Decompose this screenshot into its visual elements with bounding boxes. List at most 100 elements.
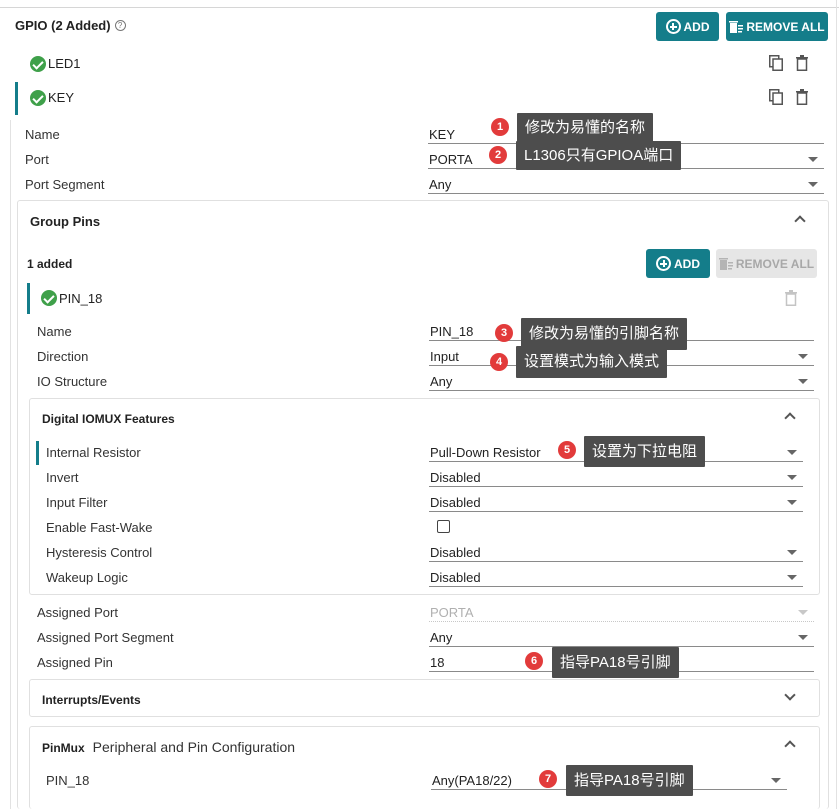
port-segment-select[interactable]: Any bbox=[428, 177, 824, 194]
internal-resistor-value: Pull-Down Resistor bbox=[430, 445, 541, 460]
chevron-down-icon bbox=[798, 635, 808, 640]
annotation-label: 修改为易懂的名称 bbox=[517, 113, 654, 142]
instance-label: LED1 bbox=[48, 56, 81, 71]
add-circle-icon bbox=[656, 256, 671, 271]
gpio-header: GPIO (2 Added) ? bbox=[15, 18, 126, 33]
wakeup-logic-value: Disabled bbox=[430, 570, 481, 585]
chevron-down-icon bbox=[798, 379, 808, 384]
remove-all-label: REMOVE ALL bbox=[735, 256, 815, 271]
hysteresis-value: Disabled bbox=[430, 545, 481, 560]
pin-label: PIN_18 bbox=[59, 291, 103, 306]
trash-list-icon bbox=[718, 257, 733, 270]
port-segment-label: Port Segment bbox=[25, 177, 105, 192]
name-value: KEY bbox=[429, 127, 456, 142]
selected-indicator bbox=[36, 441, 39, 465]
chevron-down-icon bbox=[787, 550, 797, 555]
check-circle-icon bbox=[30, 56, 46, 72]
hysteresis-label: Hysteresis Control bbox=[46, 545, 153, 560]
right-divider bbox=[836, 0, 837, 809]
instance-led1[interactable]: LED1 bbox=[15, 50, 825, 78]
assigned-port-select: PORTA bbox=[429, 605, 814, 622]
trash-list-icon bbox=[729, 20, 744, 33]
top-divider bbox=[0, 7, 839, 8]
delete-icon[interactable] bbox=[785, 290, 797, 306]
instance-key[interactable]: KEY bbox=[15, 84, 825, 112]
fast-wake-checkbox[interactable] bbox=[437, 520, 450, 533]
check-circle-icon bbox=[30, 90, 46, 106]
add-label: ADD bbox=[683, 19, 710, 34]
pinmux-pin-label: PIN_18 bbox=[46, 773, 90, 788]
pin-name-label: Name bbox=[37, 324, 72, 339]
input-filter-select[interactable]: Disabled bbox=[429, 495, 803, 512]
iomux-title: Digital IOMUX Features bbox=[42, 412, 175, 426]
assigned-segment-value: Any bbox=[430, 630, 453, 645]
pin-item[interactable]: PIN_18 bbox=[27, 285, 817, 312]
assigned-segment-select[interactable]: Any bbox=[429, 630, 814, 647]
input-filter-value: Disabled bbox=[430, 495, 481, 510]
pin-remove-all-button[interactable]: REMOVE ALL bbox=[716, 249, 817, 278]
annotation-badge: 3 bbox=[495, 324, 513, 342]
chevron-down-icon bbox=[808, 157, 818, 162]
pinmux-subtitle: Peripheral and Pin Configuration bbox=[92, 739, 296, 755]
interrupts-title: Interrupts/Events bbox=[42, 693, 141, 707]
gpio-remove-all-button[interactable]: REMOVE ALL bbox=[726, 12, 828, 41]
assigned-port-value: PORTA bbox=[430, 605, 474, 620]
input-filter-label: Input Filter bbox=[46, 495, 108, 510]
copy-icon[interactable] bbox=[769, 89, 783, 105]
assigned-pin-label: Assigned Pin bbox=[37, 655, 113, 670]
check-circle-icon bbox=[41, 290, 57, 306]
chevron-down-icon bbox=[787, 500, 797, 505]
pinmux-header: PinMux Peripheral and Pin Configuration bbox=[42, 739, 295, 755]
delete-icon[interactable] bbox=[796, 55, 808, 71]
help-icon[interactable]: ? bbox=[114, 20, 126, 31]
chevron-down-icon bbox=[798, 354, 808, 359]
chevron-down-icon bbox=[787, 450, 797, 455]
assigned-port-label: Assigned Port bbox=[37, 605, 118, 620]
config-frame bbox=[10, 120, 11, 809]
gpio-title: GPIO (2 Added) bbox=[15, 18, 111, 33]
interrupts-panel[interactable] bbox=[29, 679, 820, 717]
chevron-down-icon bbox=[808, 182, 818, 187]
pinmux-pin-value: Any(PA18/22) bbox=[432, 773, 512, 788]
annotation-badge: 1 bbox=[491, 118, 509, 136]
invert-select[interactable]: Disabled bbox=[429, 470, 803, 487]
io-structure-value: Any bbox=[430, 374, 453, 389]
delete-icon[interactable] bbox=[796, 89, 808, 105]
chevron-down-icon bbox=[787, 475, 797, 480]
annotation-badge: 2 bbox=[489, 146, 507, 164]
annotation-label: 设置模式为输入模式 bbox=[516, 346, 668, 378]
chevron-down-icon bbox=[787, 575, 797, 580]
port-value: PORTA bbox=[429, 152, 473, 167]
wakeup-logic-label: Wakeup Logic bbox=[46, 570, 128, 585]
hysteresis-select[interactable]: Disabled bbox=[429, 545, 803, 562]
chevron-down-icon bbox=[771, 778, 781, 783]
annotation-badge: 7 bbox=[539, 770, 557, 788]
wakeup-logic-select[interactable]: Disabled bbox=[429, 570, 803, 587]
annotation-badge: 6 bbox=[525, 652, 543, 670]
port-label: Port bbox=[25, 152, 49, 167]
add-circle-icon bbox=[665, 19, 681, 34]
copy-icon[interactable] bbox=[769, 55, 783, 71]
pinmux-title: PinMux bbox=[42, 741, 85, 755]
internal-resistor-label: Internal Resistor bbox=[46, 445, 141, 460]
annotation-badge: 4 bbox=[490, 353, 508, 371]
fast-wake-label: Enable Fast-Wake bbox=[46, 520, 153, 535]
io-structure-label: IO Structure bbox=[37, 374, 108, 389]
direction-value: Input bbox=[430, 349, 459, 364]
remove-all-label: REMOVE ALL bbox=[746, 19, 825, 34]
name-label: Name bbox=[25, 127, 60, 142]
annotation-label: L1306只有GPIOA端口 bbox=[516, 141, 682, 170]
invert-value: Disabled bbox=[430, 470, 481, 485]
gpio-add-button[interactable]: ADD bbox=[656, 12, 719, 41]
group-pins-title: Group Pins bbox=[30, 214, 101, 229]
pins-count: 1 added bbox=[27, 257, 73, 271]
chevron-down-icon bbox=[798, 610, 808, 615]
invert-label: Invert bbox=[46, 470, 79, 485]
pin-name-value: PIN_18 bbox=[430, 324, 474, 339]
pin-add-button[interactable]: ADD bbox=[646, 249, 710, 278]
assigned-pin-value: 18 bbox=[430, 655, 445, 670]
annotation-label: 指导PA18号引脚 bbox=[552, 647, 679, 678]
assigned-segment-label: Assigned Port Segment bbox=[37, 630, 174, 645]
annotation-badge: 5 bbox=[558, 441, 576, 459]
instance-label: KEY bbox=[48, 90, 75, 105]
